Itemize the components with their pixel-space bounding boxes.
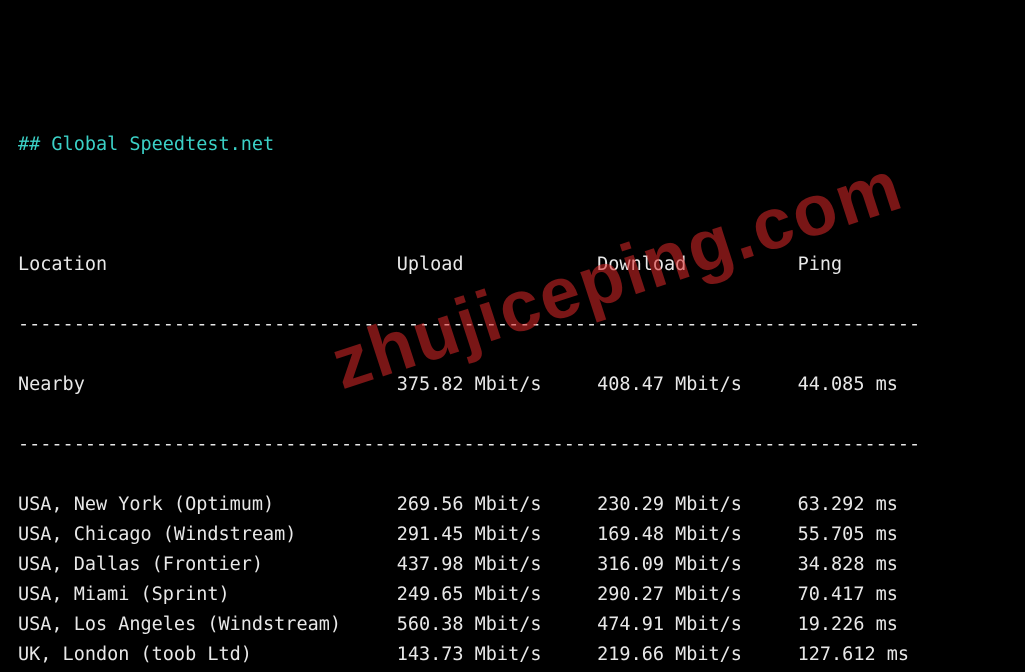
cell-location: USA, Miami (Sprint)	[18, 580, 397, 610]
table-row: UK, London (toob Ltd)143.73 Mbit/s219.66…	[18, 640, 1007, 670]
cell-ping: 63.292 ms	[798, 490, 898, 520]
header-location: Location	[18, 250, 397, 280]
cell-location: UK, London (toob Ltd)	[18, 640, 397, 670]
cell-download: 230.29 Mbit/s	[597, 490, 797, 520]
section-title: ## Global Speedtest.net	[18, 130, 1007, 160]
table-header: LocationUploadDownloadPing	[18, 250, 1007, 280]
table-row: USA, Los Angeles (Windstream)560.38 Mbit…	[18, 610, 1007, 640]
cell-ping: 19.226 ms	[798, 610, 898, 640]
table-row: USA, Chicago (Windstream)291.45 Mbit/s16…	[18, 520, 1007, 550]
header-upload: Upload	[397, 250, 597, 280]
cell-download: 169.48 Mbit/s	[597, 520, 797, 550]
cell-ping: 70.417 ms	[798, 580, 898, 610]
header-download: Download	[597, 250, 797, 280]
cell-location: USA, Dallas (Frontier)	[18, 550, 397, 580]
cell-location: USA, Chicago (Windstream)	[18, 520, 397, 550]
cell-download: 219.66 Mbit/s	[597, 640, 797, 670]
table-body: USA, New York (Optimum)269.56 Mbit/s230.…	[18, 490, 1007, 672]
cell-ping: 55.705 ms	[798, 520, 898, 550]
cell-location: USA, New York (Optimum)	[18, 490, 397, 520]
header-ping: Ping	[798, 250, 843, 280]
blank-line	[18, 190, 1007, 220]
cell-ping: 127.612 ms	[798, 640, 909, 670]
cell-upload: 249.65 Mbit/s	[397, 580, 597, 610]
cell-upload: 291.45 Mbit/s	[397, 520, 597, 550]
nearby-upload: 375.82 Mbit/s	[397, 370, 597, 400]
separator-line: ----------------------------------------…	[18, 430, 1007, 460]
cell-ping: 34.828 ms	[798, 550, 898, 580]
cell-location: USA, Los Angeles (Windstream)	[18, 610, 397, 640]
cell-upload: 560.38 Mbit/s	[397, 610, 597, 640]
table-row: USA, Miami (Sprint)249.65 Mbit/s290.27 M…	[18, 580, 1007, 610]
table-row: USA, New York (Optimum)269.56 Mbit/s230.…	[18, 490, 1007, 520]
cell-upload: 437.98 Mbit/s	[397, 550, 597, 580]
separator-line: ----------------------------------------…	[18, 310, 1007, 340]
nearby-ping: 44.085 ms	[798, 370, 898, 400]
cell-download: 316.09 Mbit/s	[597, 550, 797, 580]
nearby-download: 408.47 Mbit/s	[597, 370, 797, 400]
table-row: USA, Dallas (Frontier)437.98 Mbit/s316.0…	[18, 550, 1007, 580]
nearby-row: Nearby375.82 Mbit/s408.47 Mbit/s44.085 m…	[18, 370, 1007, 400]
cell-upload: 143.73 Mbit/s	[397, 640, 597, 670]
cell-download: 290.27 Mbit/s	[597, 580, 797, 610]
cell-upload: 269.56 Mbit/s	[397, 490, 597, 520]
nearby-location: Nearby	[18, 370, 397, 400]
cell-download: 474.91 Mbit/s	[597, 610, 797, 640]
